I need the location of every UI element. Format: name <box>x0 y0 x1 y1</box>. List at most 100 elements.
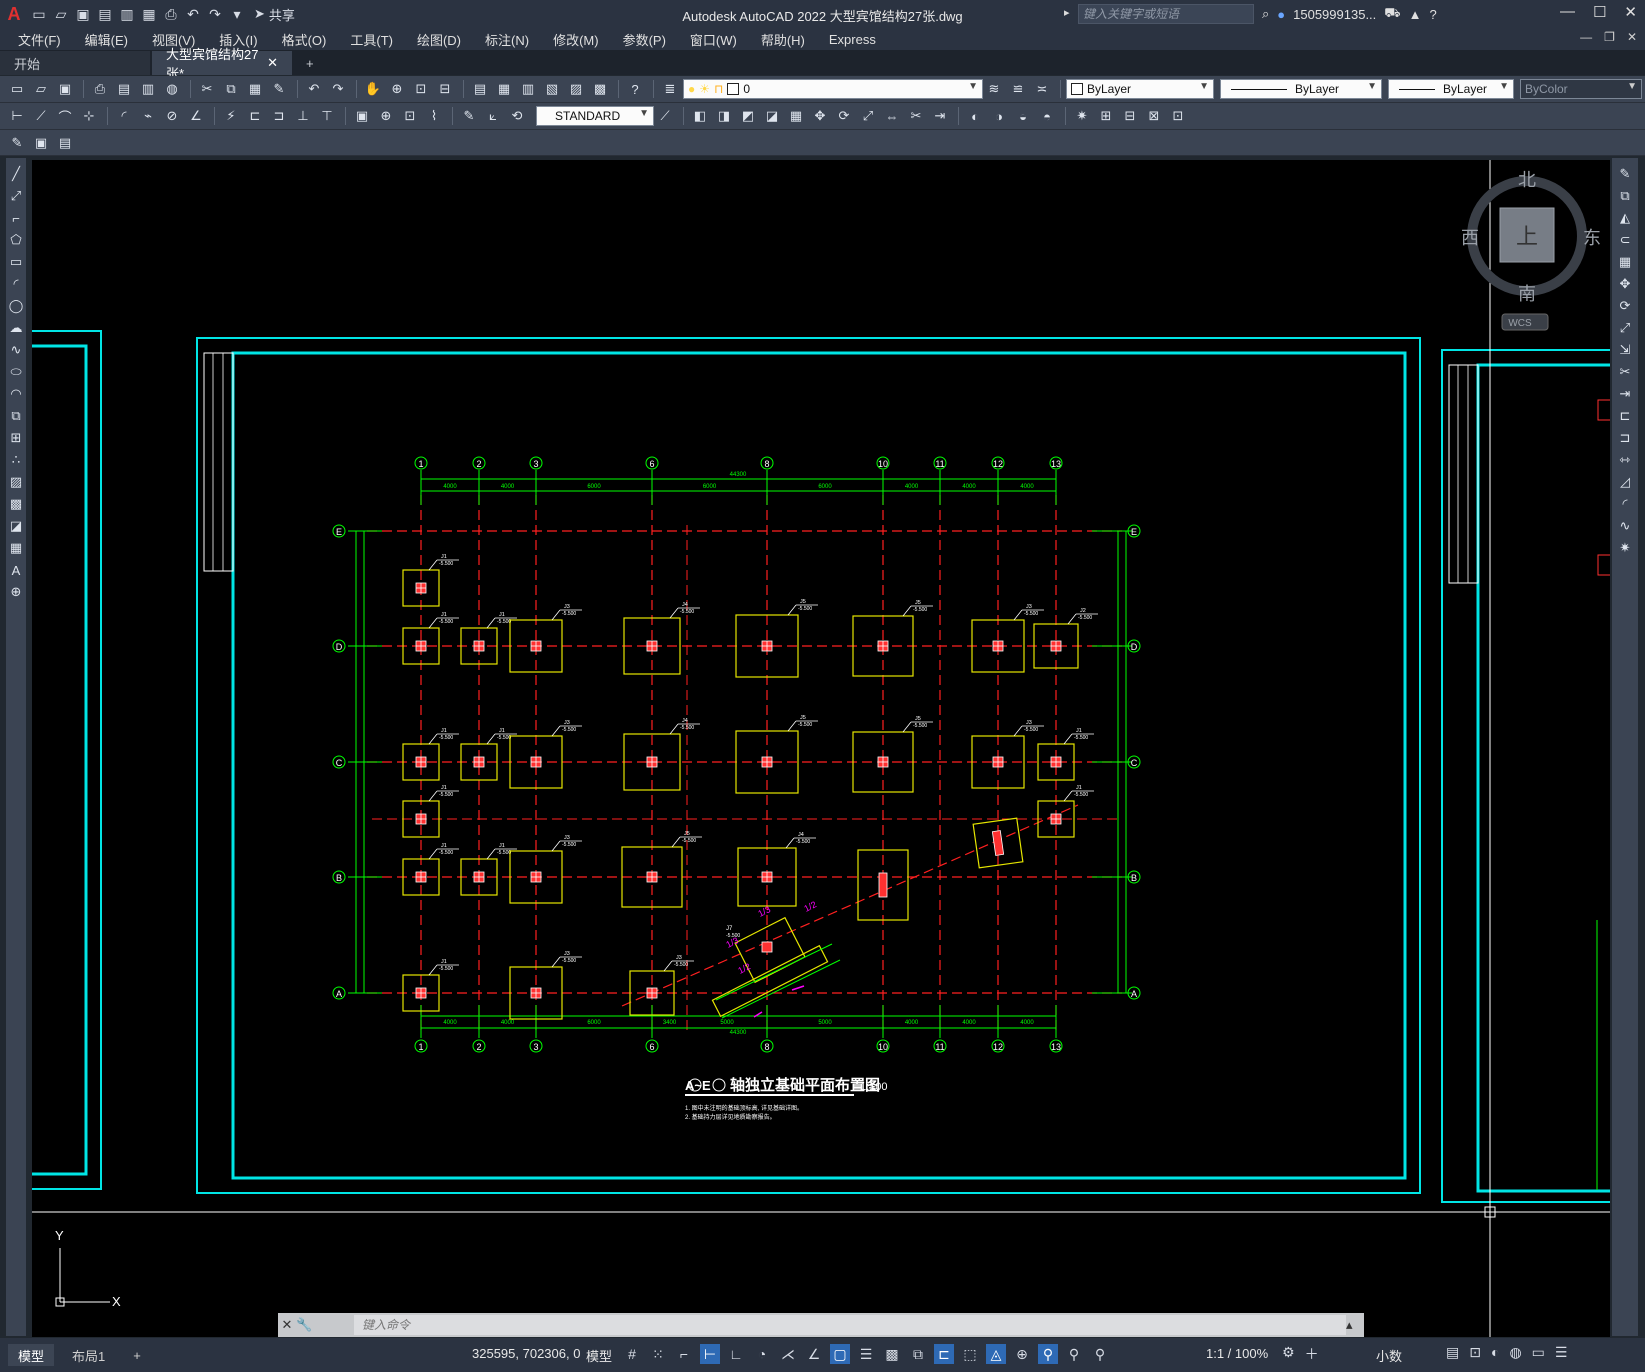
move-icon[interactable]: ✥ <box>809 106 831 126</box>
undo-icon[interactable]: ↶ <box>303 79 325 99</box>
maximize-icon[interactable]: ☐ <box>1593 3 1606 21</box>
jogged-dimension-icon[interactable]: ⌁ <box>137 106 159 126</box>
menu-edit[interactable]: 编辑(E) <box>85 30 128 49</box>
break-at-point-icon[interactable]: ⊏ <box>1616 406 1634 426</box>
layout-tab-layout1[interactable]: 布局1 <box>62 1344 115 1366</box>
diameter-dimension-icon[interactable]: ⊘ <box>161 106 183 126</box>
layer-states-icon[interactable]: ≍ <box>1031 79 1053 99</box>
object-snap-tracking-icon[interactable]: ∠ <box>804 1344 824 1364</box>
search-expand-icon[interactable]: ▸ <box>1064 6 1070 19</box>
polyline-icon[interactable]: ⌐ <box>7 208 25 228</box>
copy-icon[interactable]: ⧉ <box>1616 186 1634 206</box>
color-dropdown[interactable]: ByLayer ▼ <box>1066 79 1214 99</box>
plot-icon[interactable]: ⎙ <box>160 4 182 24</box>
menu-tools[interactable]: 工具(T) <box>350 30 393 49</box>
lock-ui-icon[interactable]: ⊡ <box>1469 1344 1481 1361</box>
quick-dimension-icon[interactable]: ⚡ <box>220 106 242 126</box>
customize-icon[interactable]: 🔧 <box>296 1317 314 1333</box>
user-name[interactable]: 1505999135... <box>1293 7 1376 22</box>
undo-icon[interactable]: ↶ <box>182 4 204 24</box>
open-from-web-icon[interactable]: ▥ <box>116 4 138 24</box>
continue-dimension-icon[interactable]: ⊐ <box>268 106 290 126</box>
annotation-scale[interactable]: 1:1 / 100% <box>1206 1346 1268 1361</box>
isometric-icon[interactable]: ⋌ <box>778 1344 798 1364</box>
ellipse-icon[interactable]: ⬭ <box>7 362 25 382</box>
extend-icon[interactable]: ⇥ <box>929 106 951 126</box>
properties-icon[interactable]: ▤ <box>469 79 491 99</box>
minimize-icon[interactable]: — <box>1560 3 1575 21</box>
menu-modify[interactable]: 修改(M) <box>553 30 599 49</box>
layer-properties-icon[interactable]: ≣ <box>659 79 681 99</box>
mirror-icon[interactable]: ◭ <box>1616 208 1634 228</box>
quick-properties-icon[interactable]: ▤ <box>1446 1344 1459 1361</box>
selection-cycling-icon[interactable]: ⧉ <box>908 1344 928 1364</box>
jogged-linear-icon[interactable]: ⌇ <box>423 106 445 126</box>
dimension-style-dropdown[interactable]: STANDARD ▼ <box>536 106 654 126</box>
clean-screen-icon[interactable]: ▭ <box>1532 1344 1545 1361</box>
multiline-text-icon[interactable]: A <box>7 560 25 580</box>
linear-dimension-icon[interactable]: ⊢ <box>6 106 28 126</box>
chevron-up-icon[interactable]: ▴ <box>1346 1317 1364 1333</box>
explode-icon[interactable]: ✷ <box>1071 106 1093 126</box>
lineweight-dropdown[interactable]: ByLayer ▼ <box>1388 79 1514 99</box>
search-input[interactable]: 键入关键字或短语 <box>1078 4 1254 24</box>
offset-icon[interactable]: ⊂ <box>1616 230 1634 250</box>
doc-minimize-icon[interactable]: — <box>1580 30 1592 44</box>
join-icon[interactable]: ◑ <box>988 106 1010 126</box>
chamfer-icon[interactable]: ◒ <box>1012 106 1034 126</box>
compass-east[interactable]: 东 <box>1583 228 1601 248</box>
share-button[interactable]: ➤ 共享 <box>254 5 295 24</box>
add-selected-icon[interactable]: ⊕ <box>7 582 25 602</box>
menu-file[interactable]: 文件(F) <box>18 30 61 49</box>
gizmo-icon[interactable]: ⊕ <box>1012 1344 1032 1364</box>
compass-south[interactable]: 南 <box>1518 284 1536 304</box>
gear-icon[interactable]: ⚙ <box>1282 1344 1295 1364</box>
edit-spline-icon[interactable]: ⊡ <box>1167 106 1189 126</box>
tab-start[interactable]: 开始 <box>0 51 150 75</box>
hardware-acceleration-icon[interactable]: ◍ <box>1509 1344 1521 1361</box>
trim-icon[interactable]: ✂ <box>1616 362 1634 382</box>
fillet-icon[interactable]: ◜ <box>1616 494 1634 514</box>
tool-palettes-icon[interactable]: ▥ <box>517 79 539 99</box>
inspection-icon[interactable]: ⊡ <box>399 106 421 126</box>
region-icon[interactable]: ◪ <box>7 516 25 536</box>
save-as-icon[interactable]: ▤ <box>94 4 116 24</box>
quickcalc-icon[interactable]: ▩ <box>589 79 611 99</box>
radius-dimension-icon[interactable]: ◜ <box>113 106 135 126</box>
pan-icon[interactable]: ✋ <box>362 79 384 99</box>
close-icon[interactable]: ✕ <box>1624 3 1637 21</box>
erase-icon[interactable]: ✎ <box>1616 164 1634 184</box>
annotation-scale-icon[interactable]: ⚲ <box>1090 1344 1110 1364</box>
circle-icon[interactable]: ◯ <box>7 296 25 316</box>
sheet-set-icon[interactable]: ▧ <box>541 79 563 99</box>
save-icon[interactable]: ▣ <box>72 4 94 24</box>
aligned-dimension-icon[interactable]: ⟋ <box>30 106 52 126</box>
extend-icon[interactable]: ⇥ <box>1616 384 1634 404</box>
spline-icon[interactable]: ∿ <box>7 340 25 360</box>
object-snap-icon[interactable]: ▢ <box>830 1344 850 1364</box>
polar-tracking-icon[interactable]: ◔ <box>752 1344 772 1364</box>
insert-block-icon[interactable]: ⧉ <box>7 406 25 426</box>
align-icon[interactable]: ⊞ <box>1095 106 1117 126</box>
angular-dimension-icon[interactable]: ∠ <box>185 106 207 126</box>
search-icon[interactable]: ⌕ <box>1262 6 1269 22</box>
open-icon[interactable]: ▱ <box>30 79 52 99</box>
make-block-icon[interactable]: ⊞ <box>7 428 25 448</box>
construction-line-icon[interactable]: ⤢ <box>7 186 25 206</box>
ortho-icon[interactable]: ∟ <box>726 1344 746 1364</box>
doc-restore-icon[interactable]: ❐ <box>1604 30 1615 44</box>
array-icon[interactable]: ▦ <box>1616 252 1634 272</box>
3d-print-icon[interactable]: ◍ <box>161 79 183 99</box>
trim-icon[interactable]: ✂ <box>905 106 927 126</box>
match-properties-icon[interactable]: ✎ <box>268 79 290 99</box>
layer-dropdown[interactable]: ● ☀ ⊓ 0 ▼ <box>683 79 983 99</box>
infer-constraints-icon[interactable]: ⌐ <box>674 1344 694 1364</box>
open-file-icon[interactable]: ▱ <box>50 4 72 24</box>
menu-help[interactable]: 帮助(H) <box>761 30 805 49</box>
customize-dropdown-icon[interactable]: ▾ <box>226 4 248 24</box>
drawing-canvas[interactable]: Y X 上 北 南 东 西 WCS 44300 44300 4000 4000 6000… <box>32 160 1610 1337</box>
menu-dimension[interactable]: 标注(N) <box>485 30 529 49</box>
doc-close-icon[interactable]: ✕ <box>1627 30 1637 44</box>
gradient-icon[interactable]: ▩ <box>7 494 25 514</box>
join-icon[interactable]: ⇿ <box>1616 450 1634 470</box>
